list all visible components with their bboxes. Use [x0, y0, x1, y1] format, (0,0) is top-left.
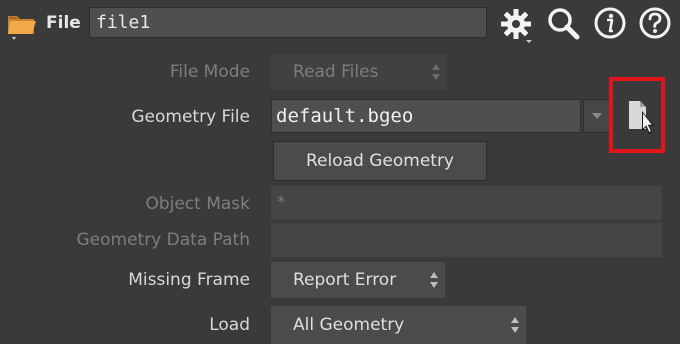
object-mask-label: Object Mask: [145, 194, 250, 214]
gear-icon[interactable]: [498, 6, 532, 43]
load-value: All Geometry: [293, 315, 405, 335]
geometry-data-path-field[interactable]: [271, 223, 662, 257]
reload-geometry-button[interactable]: Reload Geometry: [273, 141, 487, 181]
load-label: Load: [209, 315, 250, 335]
file-mode-label: File Mode: [169, 62, 250, 82]
missing-frame-menu[interactable]: Report Error: [271, 262, 445, 298]
file-mode-value: Read Files: [293, 62, 379, 82]
chevron-down-icon: [592, 113, 602, 119]
info-icon[interactable]: [593, 6, 627, 40]
geometry-data-path-label: Geometry Data Path: [76, 230, 250, 250]
highlight-box: [609, 77, 665, 153]
geometry-file-label: Geometry File: [131, 107, 250, 127]
geometry-file-dropdown[interactable]: [583, 99, 611, 133]
search-icon[interactable]: [546, 6, 580, 40]
missing-frame-value: Report Error: [293, 270, 397, 290]
file-mode-menu[interactable]: Read Files: [271, 54, 447, 90]
object-mask-field[interactable]: *: [271, 186, 662, 220]
node-name-field[interactable]: file1: [89, 7, 487, 38]
node-type-label: File: [46, 13, 81, 33]
spinner-arrows-icon: [511, 317, 519, 333]
folder-icon[interactable]: [6, 8, 38, 40]
help-icon[interactable]: [638, 6, 672, 40]
spinner-arrows-icon: [432, 64, 440, 80]
missing-frame-label: Missing Frame: [128, 270, 250, 290]
geometry-file-field[interactable]: default.bgeo: [271, 99, 581, 133]
load-menu[interactable]: All Geometry: [271, 306, 526, 344]
spinner-arrows-icon: [430, 272, 438, 288]
